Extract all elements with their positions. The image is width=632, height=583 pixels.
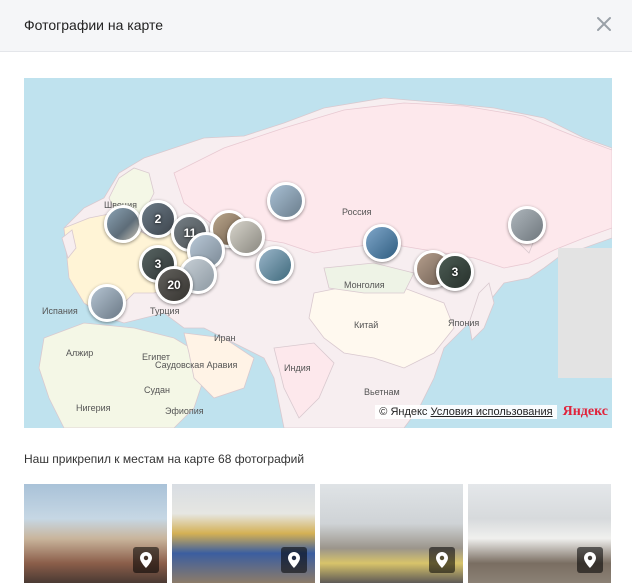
copyright-text: © Яндекс (379, 406, 428, 418)
label-nigeria: Нигерия (76, 403, 111, 413)
map-pin-icon[interactable] (429, 547, 455, 573)
map-photo-marker[interactable] (363, 224, 401, 262)
modal-header: Фотографии на карте (0, 0, 632, 52)
label-saudi-arabia: Саудовская Аравия (155, 360, 238, 370)
map-pin-icon[interactable] (133, 547, 159, 573)
yandex-logo: Яндекс (562, 404, 608, 419)
cluster-count: 20 (158, 269, 190, 301)
close-icon[interactable] (594, 14, 614, 34)
label-vietnam: Вьетнам (364, 387, 400, 397)
label-turkey: Турция (150, 306, 180, 316)
photos-caption: Наш прикрепил к местам на карте 68 фотог… (24, 452, 305, 466)
modal-title: Фотографии на карте (24, 17, 164, 33)
map-photo-marker[interactable] (508, 206, 546, 244)
label-china: Китай (354, 320, 379, 330)
label-spain: Испания (42, 306, 78, 316)
map-land (24, 78, 612, 428)
map-photo-marker[interactable] (88, 284, 126, 322)
map-photo-marker[interactable] (227, 218, 265, 256)
map-attribution: © Яндекс Условия использования Яндекс (375, 404, 612, 420)
map-pin-icon[interactable] (577, 547, 603, 573)
photo-thumbnail[interactable] (468, 484, 611, 583)
label-russia: Россия (342, 207, 372, 217)
map-photo-marker[interactable] (267, 182, 305, 220)
label-sudan: Судан (144, 385, 170, 395)
label-india: Индия (284, 363, 311, 373)
photo-thumbnail[interactable] (320, 484, 463, 583)
map-cluster-marker[interactable]: 20 (155, 266, 193, 304)
label-mongolia: Монголия (344, 280, 385, 290)
photo-thumbnail[interactable] (24, 484, 167, 583)
map-pin-icon[interactable] (281, 547, 307, 573)
map-photo-marker[interactable] (256, 246, 294, 284)
cluster-count: 3 (439, 256, 471, 288)
label-japan: Япония (448, 318, 480, 328)
terms-link[interactable]: Условия использования (431, 406, 553, 418)
photo-thumbnails (24, 484, 612, 583)
map-cluster-marker[interactable]: 3 (436, 253, 474, 291)
label-algeria: Алжир (66, 348, 94, 358)
label-ethiopia: Эфиопия (165, 406, 204, 416)
photo-thumbnail[interactable] (172, 484, 315, 583)
cluster-count: 2 (142, 203, 174, 235)
map-attribution-box: © Яндекс Условия использования (375, 405, 557, 419)
photo-map[interactable]: Швеция Россия Испания Турция Монголия Ир… (24, 78, 612, 428)
map-photo-marker[interactable] (104, 205, 142, 243)
label-iran: Иран (214, 333, 236, 343)
